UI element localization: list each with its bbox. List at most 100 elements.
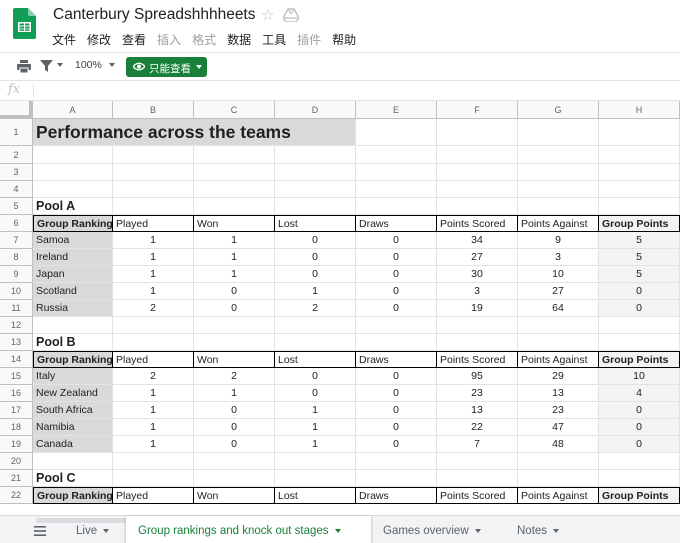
cell[interactable]: 2 [194,368,275,385]
cell[interactable]: Draws [356,351,437,368]
cell[interactable] [275,334,356,351]
cell[interactable]: 27 [437,249,518,266]
cell[interactable]: 1 [194,249,275,266]
cell[interactable] [113,334,194,351]
cell[interactable]: Draws [356,215,437,232]
cell[interactable]: Japan [33,266,113,283]
view-only-button[interactable]: 只能查看 [126,57,207,77]
cell[interactable] [275,198,356,215]
cell[interactable]: 1 [113,232,194,249]
cell[interactable] [599,470,680,487]
cell[interactable]: 0 [356,402,437,419]
cell[interactable] [356,181,437,198]
column-header[interactable]: E [356,101,437,119]
cell[interactable]: Points Against [518,215,599,232]
cell[interactable] [113,470,194,487]
cell[interactable]: 13 [437,402,518,419]
cell[interactable]: Points Scored [437,487,518,504]
cell[interactable] [33,164,113,181]
cell[interactable] [356,317,437,334]
filter-dropdown-icon[interactable] [57,63,63,67]
row-header[interactable]: 11 [0,300,33,317]
cell[interactable]: 0 [194,283,275,300]
cell[interactable] [518,146,599,164]
row-header[interactable]: 3 [0,164,33,181]
cell[interactable] [275,146,356,164]
menu-item[interactable]: 修改 [87,31,111,48]
cell[interactable]: 1 [113,283,194,300]
cell[interactable]: 0 [275,266,356,283]
cell[interactable] [518,119,599,146]
row-header[interactable]: 10 [0,283,33,300]
column-header[interactable]: H [599,101,680,119]
row-header[interactable]: 16 [0,385,33,402]
row-header[interactable]: 14 [0,351,33,368]
row-header[interactable]: 5 [0,198,33,215]
row-header[interactable]: 17 [0,402,33,419]
cell[interactable] [437,470,518,487]
cell[interactable] [356,164,437,181]
column-header[interactable]: A [33,101,113,119]
cell[interactable]: Group Ranking [33,215,113,232]
column-header[interactable]: B [113,101,194,119]
cell[interactable]: 34 [437,232,518,249]
cell[interactable]: South Africa [33,402,113,419]
cell[interactable]: 0 [194,402,275,419]
cell[interactable]: 22 [437,419,518,436]
cell[interactable]: New Zealand [33,385,113,402]
cell[interactable]: 1 [275,436,356,453]
row-header[interactable]: 7 [0,232,33,249]
cell[interactable]: 1 [113,266,194,283]
column-header[interactable]: G [518,101,599,119]
cell[interactable]: 47 [518,419,599,436]
cell[interactable] [518,317,599,334]
cell[interactable] [194,181,275,198]
cell[interactable]: 0 [356,249,437,266]
cell[interactable] [437,453,518,470]
cell[interactable] [113,181,194,198]
cell[interactable]: 0 [275,385,356,402]
cell[interactable]: Played [113,487,194,504]
cell[interactable] [356,470,437,487]
cell[interactable] [356,146,437,164]
cell[interactable] [437,317,518,334]
drive-status-icon[interactable] [283,8,299,22]
cell[interactable] [599,198,680,215]
cell[interactable]: 1 [194,232,275,249]
cell[interactable] [33,181,113,198]
row-header[interactable]: 21 [0,470,33,487]
print-icon[interactable] [17,60,31,73]
cell[interactable]: 19 [437,300,518,317]
row-header[interactable]: 6 [0,215,33,232]
cell[interactable] [275,164,356,181]
cell[interactable]: Group Points [599,487,680,504]
menu-item[interactable]: 帮助 [332,31,356,48]
column-header[interactable]: C [194,101,275,119]
cell[interactable] [275,181,356,198]
cell[interactable] [518,181,599,198]
menu-item[interactable]: 插件 [297,31,321,48]
cell[interactable] [356,198,437,215]
row-header[interactable]: 13 [0,334,33,351]
cell[interactable]: Pool B [33,334,113,351]
row-header[interactable]: 19 [0,436,33,453]
menu-item[interactable]: 格式 [192,31,216,48]
row-header[interactable]: 15 [0,368,33,385]
cell[interactable]: Pool C [33,470,113,487]
cell[interactable]: 23 [518,402,599,419]
cell[interactable]: 0 [194,300,275,317]
cell[interactable] [437,119,518,146]
filter-icon[interactable] [40,60,53,72]
menu-item[interactable]: 查看 [122,31,146,48]
cell[interactable]: Ireland [33,249,113,266]
cell[interactable]: 30 [437,266,518,283]
cell[interactable]: 3 [518,249,599,266]
zoom-dropdown-icon[interactable] [109,63,115,67]
cell[interactable]: Samoa [33,232,113,249]
cell[interactable]: 4 [599,385,680,402]
column-header[interactable]: F [437,101,518,119]
cell[interactable]: 0 [356,300,437,317]
cell[interactable]: 0 [356,368,437,385]
cell[interactable] [599,453,680,470]
cell[interactable]: 1 [113,436,194,453]
